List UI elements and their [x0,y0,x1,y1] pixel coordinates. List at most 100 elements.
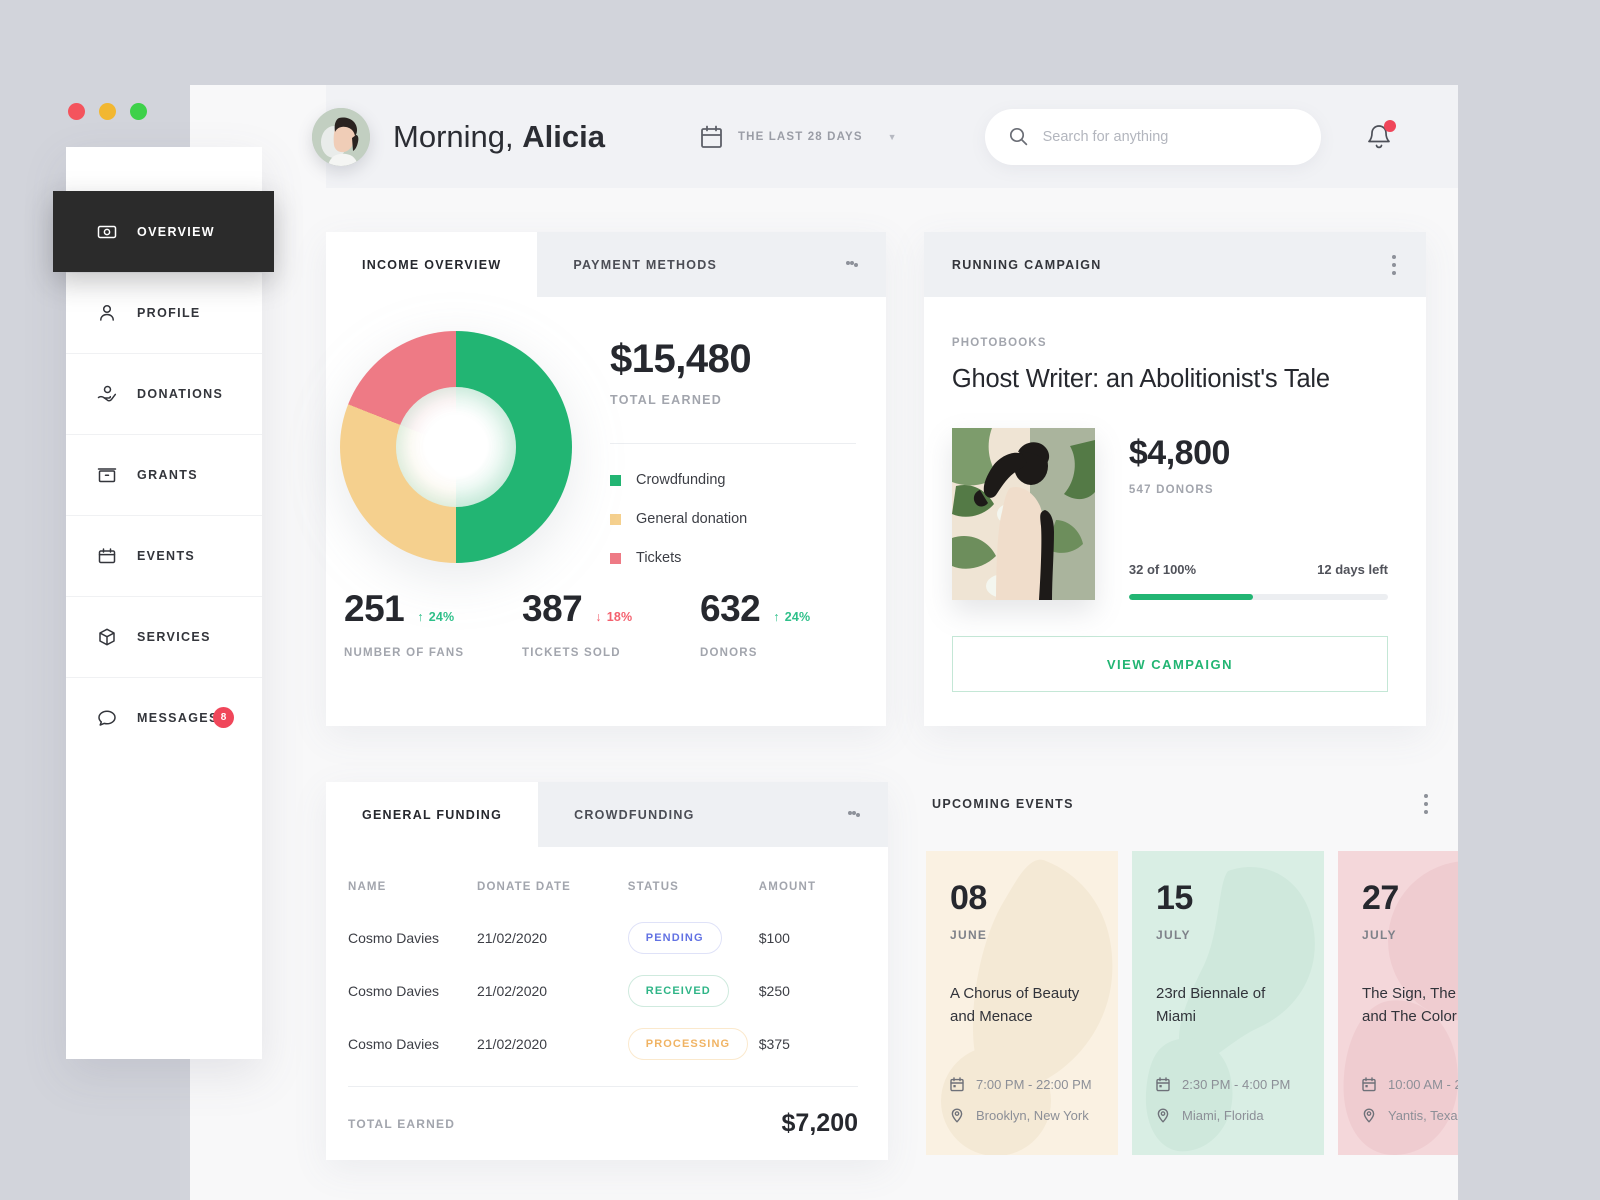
table-row[interactable]: Cosmo Davies 21/02/2020 RECEIVED $250 [348,964,858,1017]
campaign-thumbnail [951,428,1095,600]
search-box[interactable] [984,108,1321,165]
user-name: Alicia [522,118,605,154]
campaign-title: Ghost Writer: an Abolitionist's Tale [951,365,1330,393]
event-time: 2:30 PM - 4:00 PM [1182,1077,1291,1092]
main-content: INCOME OVERVIEW PAYMENT METHODS $15,480 [326,188,1458,1200]
table-header-row: NAME DONATE DATE STATUS AMOUNT [348,847,858,911]
stat-top: 251 ↑ 24% [344,588,522,630]
table-body: Cosmo Davies 21/02/2020 PENDING $100 Cosmo D… [348,911,858,1070]
event-title: 23rd Biennale of Miami [1156,985,1266,1026]
stat-label: TICKETS SOLD [522,647,621,659]
minimize-button[interactable] [99,103,116,120]
cell-name: Cosmo Davies [348,982,440,999]
events-menu-button[interactable] [1424,794,1428,814]
table-row[interactable]: Cosmo Davies 21/02/2020 PROCESSING $375 [348,1017,858,1070]
events-title: UPCOMING EVENTS [932,797,1074,811]
table-row[interactable]: Cosmo Davies 21/02/2020 PENDING $100 [348,911,858,964]
event-location-line: Miami, Florida [1156,1108,1300,1123]
campaign-card-menu-button[interactable] [1392,254,1396,275]
status-badge: RECEIVED [627,974,729,1007]
running-campaign-card: RUNNING CAMPAIGN PHOTOBOOKS Ghost Writer… [923,232,1426,726]
total-earned-footer-value: $7,200 [781,1109,858,1137]
funding-card-menu-button[interactable] [848,782,888,847]
event-meta: 10:00 AM - 2:00 PM Yantis, Texas [1362,1077,1458,1155]
close-button[interactable] [68,103,85,120]
stat-top: 632 ↑ 24% [700,588,878,630]
event-title: The Sign, The Line and The Color [1362,985,1458,1026]
stat-label: DONORS [700,647,758,659]
donations-icon [97,384,117,404]
legend-label: General donation [636,511,748,527]
tab-income-overview[interactable]: INCOME OVERVIEW [326,232,538,297]
stat-label: NUMBER OF FANS [344,647,465,659]
calendar-icon [1362,1077,1376,1092]
events-grid: 08 JUNE A Chorus of Beauty and Menace 7:00 … [926,851,1458,1155]
event-content: 27 JULY The Sign, The Line and The Color 10… [1362,881,1458,1155]
tab-payment-methods[interactable]: PAYMENT METHODS [537,232,754,297]
column-header-amount: AMOUNT [758,881,817,893]
sidebar-item-label: EVENTS [137,548,196,563]
legend-item: General donation [610,511,856,527]
sidebar-item-grants[interactable]: GRANTS [66,434,262,515]
sidebar-item-label: PROFILE [137,305,201,320]
event-meta: 7:00 PM - 22:00 PM Brooklyn, New York [950,1077,1094,1155]
header-bar: Morning, Alicia THE LAST 28 DAYS ▼ [312,85,1458,188]
event-content: 08 JUNE A Chorus of Beauty and Menace 7:00 … [950,881,1094,1155]
messages-badge: 8 [213,707,234,728]
donut-hole [396,387,516,507]
sidebar-item-donations[interactable]: DONATIONS [66,353,262,434]
event-month: JULY [1156,928,1191,942]
sidebar-item-overview[interactable]: OVERVIEW [53,191,274,272]
legend-item: Crowdfunding [610,472,856,488]
total-earned-label: TOTAL EARNED [610,393,723,407]
event-card[interactable]: 08 JUNE A Chorus of Beauty and Menace 7:00 … [926,851,1118,1155]
cell-name: Cosmo Davies [348,929,440,946]
income-overview-card: INCOME OVERVIEW PAYMENT METHODS $15,480 [326,232,886,726]
sidebar-item-services[interactable]: SERVICES [66,596,262,677]
campaign-progress-meta: 32 of 100% 12 days left [1129,562,1388,577]
date-range-label: THE LAST 28 DAYS [737,130,863,143]
stat-value: 251 [344,588,405,629]
search-icon [1009,127,1028,146]
avatar[interactable] [312,107,370,166]
notifications-button[interactable] [1366,119,1396,151]
legend-swatch-icon [610,513,621,525]
calendar-icon [1156,1077,1170,1092]
stat-top: 387 ↓ 18% [522,588,700,630]
sidebar-item-events[interactable]: EVENTS [66,515,262,596]
total-earned-amount: $15,480 [610,337,752,381]
event-card[interactable]: 15 JULY 23rd Biennale of Miami 2:30 PM - 4:… [1132,851,1324,1155]
tab-crowdfunding[interactable]: CROWDFUNDING [538,782,731,847]
sidebar-item-profile[interactable]: PROFILE [66,272,262,353]
event-card[interactable]: 27 JULY The Sign, The Line and The Color 10… [1338,851,1458,1155]
status-badge: PROCESSING [627,1027,749,1060]
notification-dot [1384,119,1396,132]
campaign-card-title: RUNNING CAMPAIGN [951,257,1102,272]
view-campaign-button[interactable]: VIEW CAMPAIGN [951,636,1388,692]
calendar-icon [950,1077,964,1092]
location-pin-icon [950,1108,964,1123]
upcoming-events-section: UPCOMING EVENTS 08 JUNE A Chorus of Beauty… [926,782,1458,1160]
events-header: UPCOMING EVENTS [926,782,1430,826]
income-summary: $15,480 TOTAL EARNED Crowdfunding General… [610,331,886,566]
search-input[interactable] [1042,128,1297,145]
date-range-selector[interactable]: THE LAST 28 DAYS ▼ [700,125,897,149]
event-location: Miami, Florida [1182,1108,1264,1123]
sidebar-nav: OVERVIEW PROFILE DONATIONS GRANTS EVENTS SERV… [53,191,274,758]
stat-value: 387 [522,588,583,629]
services-icon [97,627,117,647]
grants-icon [97,465,117,485]
campaign-donors: 547 DONORS [1128,484,1214,496]
maximize-button[interactable] [130,103,147,120]
sidebar-item-messages[interactable]: MESSAGES 8 [66,677,262,758]
legend-swatch-icon [610,552,621,564]
stat-value: 632 [700,588,761,629]
days-left-label: 12 days left [1317,562,1388,577]
cell-status: PENDING [627,921,759,954]
income-card-menu-button[interactable] [845,232,886,297]
tab-general-funding[interactable]: GENERAL FUNDING [326,782,539,847]
profile-icon [97,303,117,323]
campaign-amount: $4,800 [1128,434,1231,472]
chevron-down-icon: ▼ [887,131,897,142]
cell-name: Cosmo Davies [348,1035,440,1052]
